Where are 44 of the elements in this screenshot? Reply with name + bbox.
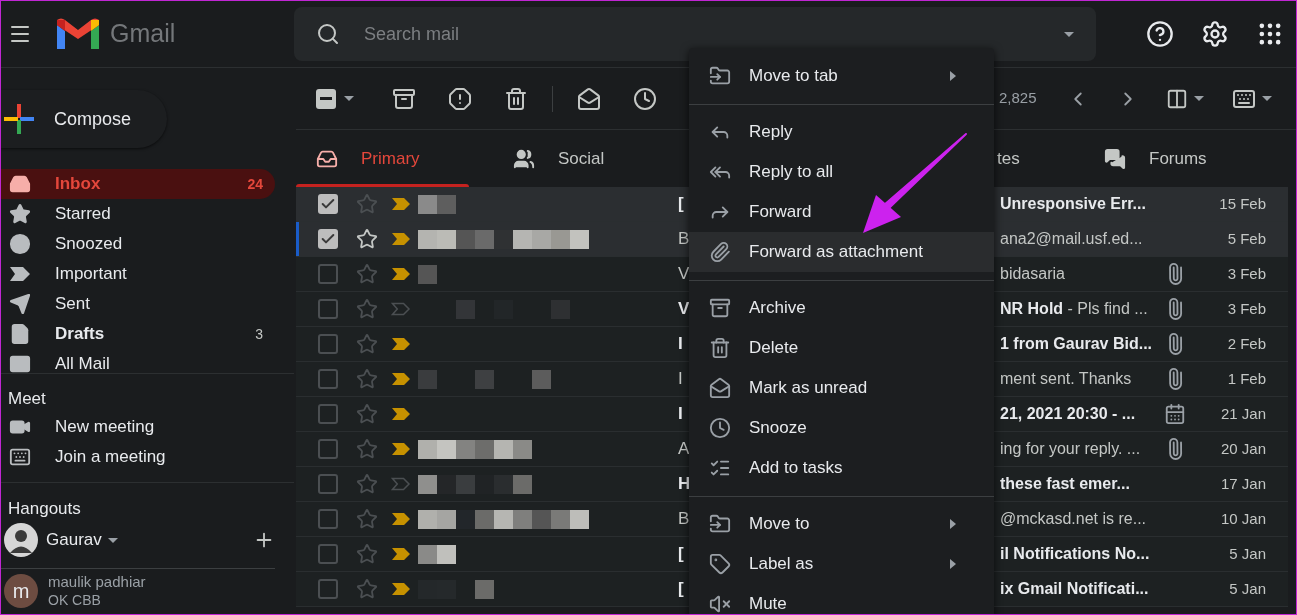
contact-status: OK CBB	[48, 591, 102, 609]
contact-avatar: m	[4, 574, 38, 608]
email-preview: ix Gmail Notificati...	[1000, 579, 1150, 599]
email-preview: Unresponsive Err...	[1000, 194, 1147, 214]
subject-text: H	[678, 473, 691, 496]
email-preview: il Notifications No...	[1000, 544, 1150, 564]
subject-text: [	[678, 193, 684, 216]
email-date: 20 Jan	[1220, 438, 1266, 459]
message-count: 2,825	[999, 88, 1037, 109]
section-title: Meet	[8, 388, 47, 410]
email-preview: ment sent. Thanks	[1000, 369, 1133, 389]
subject-text: B	[678, 228, 690, 251]
email-preview: @mckasd.net is re...	[1000, 509, 1148, 529]
email-date: 3 Feb	[1227, 298, 1266, 319]
subject-text: I	[678, 368, 683, 391]
email-date: 21 Jan	[1220, 403, 1266, 424]
subject-text: A	[678, 438, 690, 461]
subject-text: B	[678, 508, 690, 531]
email-date: 10 Jan	[1220, 508, 1266, 529]
email-date: 15 Feb	[1219, 193, 1266, 214]
unread-count: 3	[255, 324, 263, 344]
subject-text: [	[678, 578, 684, 601]
email-date: 1 Feb	[1227, 368, 1266, 389]
email-preview: 1 from Gaurav Bid...	[1000, 334, 1150, 354]
email-preview: ana2@mail.usf.ed...	[1000, 229, 1144, 249]
email-preview: NR Hold - Pls find ...	[1000, 299, 1149, 319]
subject-text: V	[678, 263, 690, 286]
unread-count: 24	[247, 174, 263, 194]
email-date: 17 Jan	[1220, 473, 1266, 494]
section-title: Hangouts	[8, 497, 82, 520]
app-name: Gmail	[110, 18, 176, 50]
email-date: 2 Feb	[1227, 333, 1266, 354]
subject-text: [	[678, 543, 684, 566]
email-date: 5 Jan	[1229, 578, 1266, 599]
email-preview: bidasaria	[1000, 264, 1066, 284]
email-preview: these fast emer...	[1000, 474, 1131, 494]
email-date: 3 Feb	[1227, 263, 1266, 284]
email-date: 5 Jan	[1229, 543, 1266, 564]
subject-text: I	[678, 333, 683, 356]
subject-text: V	[678, 298, 690, 321]
email-preview: 21, 2021 20:30 - ...	[1000, 404, 1137, 424]
email-date: 5 Feb	[1227, 228, 1266, 249]
subject-text: I	[678, 403, 683, 426]
email-preview: ing for your reply. ...	[1000, 439, 1142, 459]
